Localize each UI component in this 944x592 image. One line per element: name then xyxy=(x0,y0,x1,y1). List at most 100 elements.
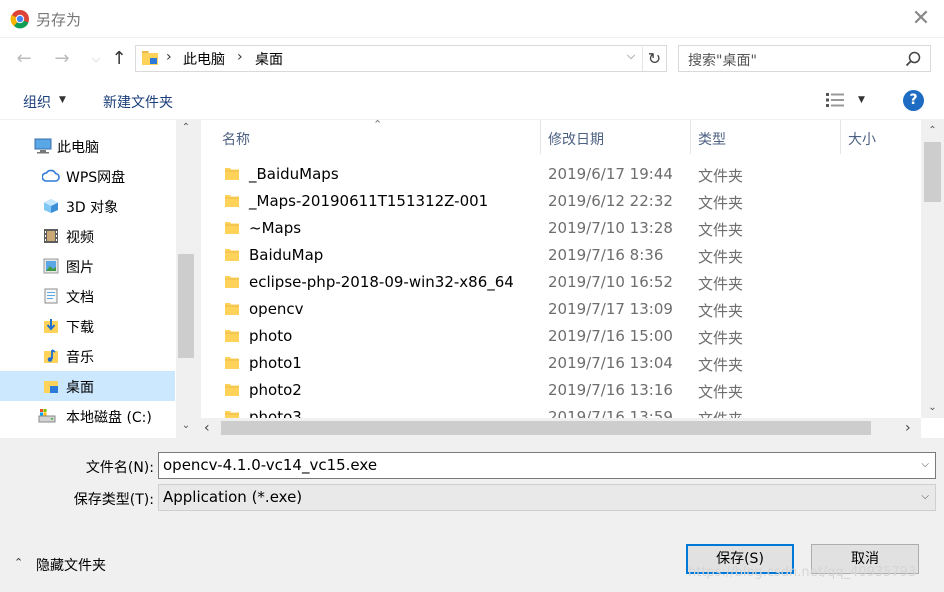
file-row[interactable]: _BaiduMaps 2019/6/17 19:44 文件夹 xyxy=(201,161,921,188)
nav-scroll-thumb[interactable] xyxy=(178,254,194,358)
column-header-name[interactable]: 名称 xyxy=(222,129,250,149)
title-bar: 另存为 ✕ xyxy=(0,0,944,38)
nav-label: 本地磁盘 (C:) xyxy=(66,410,152,426)
file-row[interactable]: _Maps-20190611T151312Z-001 2019/6/12 22:… xyxy=(201,188,921,215)
nav-item-wps-cloud[interactable]: WPS网盘 xyxy=(0,161,175,191)
folder-icon xyxy=(225,222,239,234)
desktop-icon xyxy=(44,381,58,393)
recent-locations-dropdown[interactable]: ⌵ xyxy=(84,47,108,71)
breadcrumb-this-pc[interactable]: 此电脑 xyxy=(183,49,225,69)
file-name: opencv xyxy=(249,300,304,318)
nav-item-videos[interactable]: 视频 xyxy=(0,221,175,251)
refresh-button[interactable]: ↻ xyxy=(642,47,666,71)
forward-button[interactable]: → xyxy=(50,47,74,71)
folder-icon xyxy=(225,330,239,342)
view-options-icon[interactable] xyxy=(826,93,844,107)
3d-objects-icon xyxy=(44,199,58,213)
file-date: 2019/7/16 13:59 xyxy=(548,408,673,418)
column-divider[interactable] xyxy=(540,120,541,154)
view-caret-icon[interactable]: ▼ xyxy=(858,95,865,105)
file-date: 2019/7/16 13:16 xyxy=(548,381,673,399)
column-header-size[interactable]: 大小 xyxy=(848,129,876,149)
nav-item-3d-objects[interactable]: 3D 对象 xyxy=(0,191,175,221)
documents-icon xyxy=(44,288,58,304)
address-bar[interactable]: › 此电脑 › 桌面 ⌵ ↻ xyxy=(135,45,667,72)
command-bar: 组织 ▼ 新建文件夹 ▼ ? xyxy=(0,80,944,120)
file-name: _Maps-20190611T151312Z-001 xyxy=(249,192,489,210)
file-type: 文件夹 xyxy=(698,248,744,266)
nav-item-documents[interactable]: 文档 xyxy=(0,281,175,311)
scroll-down-arrow-icon[interactable]: ⌄ xyxy=(176,420,196,436)
column-divider[interactable] xyxy=(690,120,691,154)
file-date: 2019/7/16 13:04 xyxy=(548,354,673,372)
file-date: 2019/7/10 16:52 xyxy=(548,273,673,291)
nav-item-pictures[interactable]: 图片 xyxy=(0,251,175,281)
folder-icon xyxy=(225,249,239,261)
nav-item-music[interactable]: 音乐 xyxy=(0,341,175,371)
nav-label: 音乐 xyxy=(66,350,94,366)
organize-button[interactable]: 组织 xyxy=(23,92,51,112)
file-row[interactable]: photo3 2019/7/16 13:59 文件夹 xyxy=(201,404,921,418)
nav-label: 此电脑 xyxy=(57,140,99,156)
column-divider[interactable] xyxy=(840,120,841,154)
drive-icon xyxy=(38,409,56,423)
horizontal-scroll-thumb[interactable] xyxy=(221,421,871,435)
column-header-type[interactable]: 类型 xyxy=(698,129,726,149)
nav-item-local-disk-c[interactable]: 本地磁盘 (C:) xyxy=(0,401,175,431)
nav-scrollbar[interactable]: ⌃ ⌄ xyxy=(176,120,196,438)
window-title: 另存为 xyxy=(36,11,82,29)
breadcrumb-separator[interactable]: › xyxy=(166,49,172,65)
hide-folders-toggle[interactable]: 隐藏文件夹 xyxy=(36,555,106,575)
folder-icon xyxy=(225,168,239,180)
filetype-value: Application (*.exe) xyxy=(163,488,303,506)
video-icon xyxy=(44,229,58,243)
nav-item-this-pc[interactable]: 此电脑 xyxy=(0,131,175,161)
file-row[interactable]: opencv 2019/7/17 13:09 文件夹 xyxy=(201,296,921,323)
column-header-date[interactable]: 修改日期 xyxy=(548,129,604,149)
vertical-scroll-thumb[interactable] xyxy=(924,142,941,202)
organize-caret-icon[interactable]: ▼ xyxy=(59,95,66,105)
help-button[interactable]: ? xyxy=(903,90,924,111)
file-row[interactable]: photo2 2019/7/16 13:16 文件夹 xyxy=(201,377,921,404)
scroll-right-arrow-icon[interactable]: › xyxy=(905,420,911,436)
back-button[interactable]: ← xyxy=(12,47,36,71)
nav-item-desktop[interactable]: 桌面 xyxy=(0,371,175,401)
chrome-icon xyxy=(10,10,29,29)
scroll-left-arrow-icon[interactable]: ‹ xyxy=(204,420,210,436)
column-headers: ⌃ 名称 修改日期 类型 大小 xyxy=(201,118,921,154)
pictures-icon xyxy=(43,258,59,274)
file-date: 2019/7/16 8:36 xyxy=(548,246,664,264)
file-row[interactable]: ~Maps 2019/7/10 13:28 文件夹 xyxy=(201,215,921,242)
filetype-select[interactable]: Application (*.exe) ⌵ xyxy=(158,484,936,511)
chevron-down-icon[interactable]: ⌵ xyxy=(921,491,929,502)
chevron-down-icon[interactable]: ⌵ xyxy=(921,459,929,470)
scroll-up-arrow-icon[interactable]: ⌃ xyxy=(921,125,944,136)
folder-icon xyxy=(225,303,239,315)
filetype-label: 保存类型(T): xyxy=(73,492,154,508)
file-list-vertical-scrollbar[interactable]: ⌃ ⌄ xyxy=(921,120,944,418)
file-list-horizontal-scrollbar[interactable]: ‹ › xyxy=(201,418,921,438)
file-type: 文件夹 xyxy=(698,329,744,347)
chevron-up-icon[interactable]: ⌃ xyxy=(14,556,23,569)
scroll-up-arrow-icon[interactable]: ⌃ xyxy=(176,122,196,138)
breadcrumb-desktop[interactable]: 桌面 xyxy=(255,49,283,69)
close-button[interactable]: ✕ xyxy=(908,6,934,32)
file-rows: _BaiduMaps 2019/6/17 19:44 文件夹 _Maps-201… xyxy=(201,161,921,418)
search-icon[interactable] xyxy=(904,50,922,68)
file-type: 文件夹 xyxy=(698,302,744,320)
breadcrumb-separator[interactable]: › xyxy=(237,49,243,65)
nav-label: 文档 xyxy=(66,290,94,306)
file-row[interactable]: eclipse-php-2018-09-win32-x86_64 2019/7/… xyxy=(201,269,921,296)
file-row[interactable]: photo1 2019/7/16 13:04 文件夹 xyxy=(201,350,921,377)
file-row[interactable]: BaiduMap 2019/7/16 8:36 文件夹 xyxy=(201,242,921,269)
filename-input[interactable]: opencv-4.1.0-vc14_vc15.exe ⌵ xyxy=(158,452,936,479)
new-folder-button[interactable]: 新建文件夹 xyxy=(103,92,173,112)
nav-item-downloads[interactable]: 下载 xyxy=(0,311,175,341)
search-box[interactable]: 搜索"桌面" xyxy=(678,45,931,72)
up-button[interactable]: ↑ xyxy=(107,47,131,71)
folder-icon xyxy=(225,195,239,207)
scroll-down-arrow-icon[interactable]: ⌄ xyxy=(921,402,944,413)
nav-label: WPS网盘 xyxy=(66,170,126,186)
address-dropdown-button[interactable]: ⌵ xyxy=(623,49,639,63)
file-row[interactable]: photo 2019/7/16 15:00 文件夹 xyxy=(201,323,921,350)
